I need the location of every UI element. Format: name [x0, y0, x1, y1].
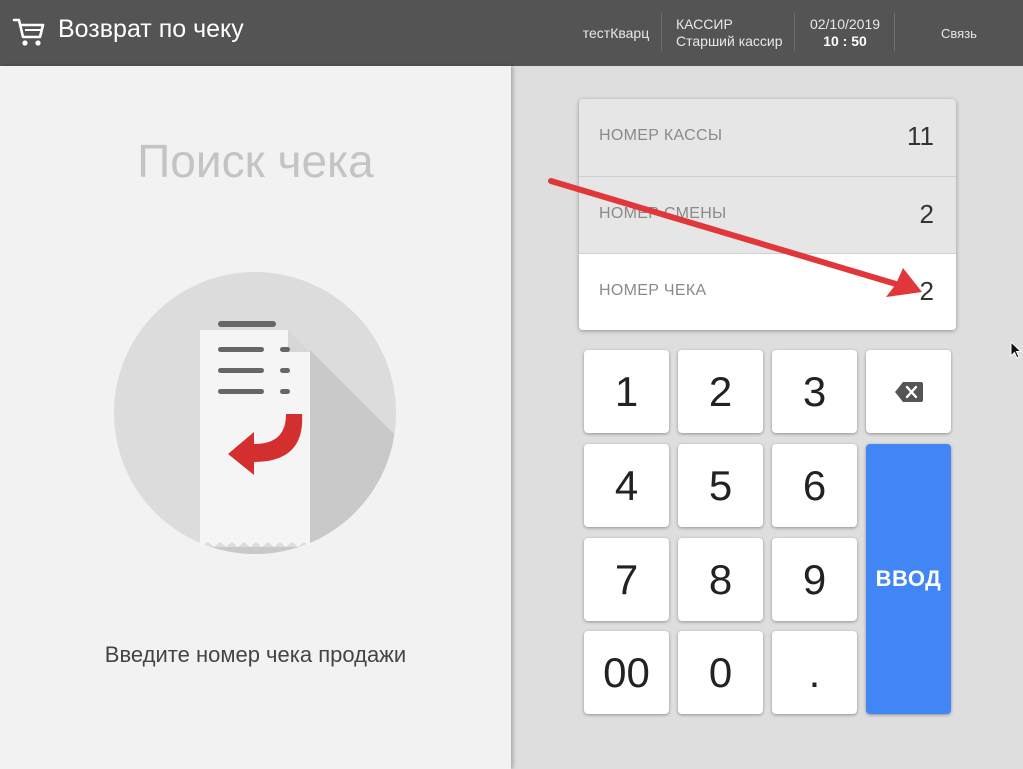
register-number-field[interactable]: НОМЕР КАССЫ 11: [579, 99, 956, 176]
receipt-number-value: 2: [919, 276, 934, 306]
search-panel: Поиск чека Введите номер чека продажи: [0, 66, 511, 769]
backspace-icon: [894, 381, 923, 402]
top-bar: Возврат по чеку тестКварц КАССИР Старший…: [0, 0, 1023, 66]
receipt-search-fields: НОМЕР КАССЫ 11 НОМЕР СМЕНЫ 2 НОМЕР ЧЕКА …: [579, 99, 956, 330]
key-2[interactable]: 2: [678, 350, 763, 433]
key-9[interactable]: 9: [772, 538, 857, 621]
key-5[interactable]: 5: [678, 444, 763, 527]
backspace-button[interactable]: [866, 350, 951, 433]
receipt-number-label: НОМЕР ЧЕКА: [599, 282, 707, 299]
date-time: 02/10/2019 10 : 50: [798, 0, 892, 66]
register-number-value: 11: [907, 121, 934, 151]
mouse-cursor-icon: [1010, 341, 1022, 359]
cashier-role-name: Старший кассир: [676, 33, 783, 49]
key-3[interactable]: 3: [772, 350, 857, 433]
shift-number-field[interactable]: НОМЕР СМЕНЫ 2: [579, 176, 956, 253]
key-4[interactable]: 4: [584, 444, 669, 527]
connection-text: Связь: [941, 25, 977, 41]
key-1[interactable]: 1: [584, 350, 669, 433]
key-8[interactable]: 8: [678, 538, 763, 621]
connection-status[interactable]: Связь: [900, 0, 1018, 66]
header-divider: [894, 13, 895, 51]
cashier-role-label: КАССИР: [676, 16, 733, 32]
register-number-label: НОМЕР КАССЫ: [599, 127, 723, 144]
header-divider: [661, 13, 662, 51]
cart-icon: [12, 18, 45, 46]
date-text: 02/10/2019: [809, 16, 881, 32]
header-divider: [794, 13, 795, 51]
key-6[interactable]: 6: [772, 444, 857, 527]
enter-button[interactable]: ВВОД: [866, 444, 951, 714]
time-text: 10 : 50: [823, 33, 867, 49]
store-name: тестКварц: [575, 0, 657, 66]
key-00[interactable]: 00: [584, 631, 669, 714]
shift-number-label: НОМЕР СМЕНЫ: [599, 205, 727, 222]
receipt-return-icon: [114, 272, 396, 554]
cashier-info: КАССИР Старший кассир: [664, 0, 786, 66]
store-name-text: тестКварц: [582, 24, 650, 41]
key-0[interactable]: 0: [678, 631, 763, 714]
receipt-number-field[interactable]: НОМЕР ЧЕКА 2: [579, 253, 956, 330]
key-7[interactable]: 7: [584, 538, 669, 621]
shift-number-value: 2: [919, 199, 934, 229]
hint-text: Введите номер чека продажи: [104, 642, 407, 667]
key-dot[interactable]: .: [772, 631, 857, 714]
search-title: Поиск чека: [137, 135, 374, 187]
page-title: Возврат по чеку: [58, 15, 244, 43]
